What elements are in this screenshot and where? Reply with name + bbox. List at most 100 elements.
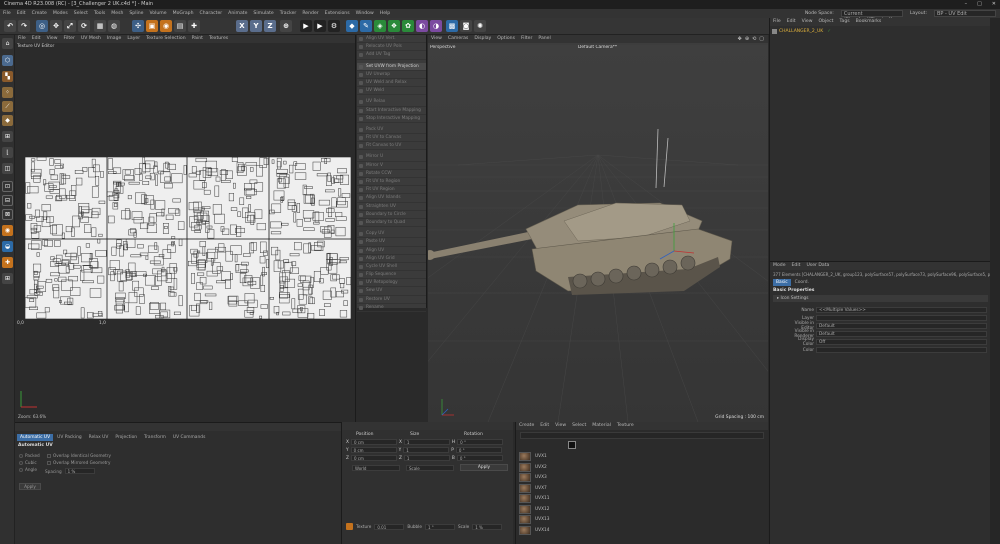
object-tree-item[interactable]: CHALLANGER_2_UK ✓ [770,26,990,37]
uv-tab-uv-packing[interactable]: UV Packing [54,434,85,441]
attribute-value[interactable] [816,347,987,353]
workplane-snap-icon[interactable]: ✚ [2,257,13,268]
material-swatch[interactable] [519,515,531,524]
menu-item-character[interactable]: Character [196,9,225,18]
attribute-value[interactable]: Off [816,339,987,345]
material-swatch[interactable] [519,452,531,461]
maximize-view-icon[interactable]: ▢ [759,36,764,42]
material-search-field[interactable] [520,432,764,439]
command-item[interactable]: Fit UV to Canvas [357,134,426,143]
menu-item-mesh[interactable]: Mesh [108,9,126,18]
command-item[interactable]: Start Interactive Mapping [357,107,426,115]
uv-menu-view[interactable]: View [44,35,61,43]
undo-icon[interactable]: ↶ [4,20,16,32]
uv-points-icon[interactable]: ⊞ [2,131,13,142]
edges-mode-icon[interactable]: ⟋ [2,101,13,112]
uv-menu-file[interactable]: File [15,35,29,43]
axis-mode-icon[interactable]: ⌊ [2,147,13,158]
command-item[interactable]: Pack UV [357,126,426,135]
uv-menu-filter[interactable]: Filter [61,35,78,43]
material-name[interactable]: UVX14 [535,528,550,533]
material-menu-view[interactable]: View [552,422,569,430]
material-name[interactable]: UVX11 [535,496,550,501]
material-name[interactable]: UVX2 [535,465,547,470]
command-item[interactable]: UV Unwrap [357,71,426,79]
attribute-menu-mode[interactable]: Mode [770,262,789,270]
render-view-icon[interactable]: ▶ [300,20,312,32]
y-axis-toggle[interactable]: Y [250,20,262,32]
position-input[interactable]: 0 cm [350,455,397,461]
size-input[interactable]: 1 [403,455,450,461]
scale-tool-icon[interactable]: ▣ [146,20,158,32]
uv-island-icon[interactable]: ⊠ [2,209,13,220]
uv-tab-relax-uv[interactable]: Relax UV [86,434,112,441]
material-menu-select[interactable]: Select [569,422,589,430]
scale-icon[interactable]: ⤢ [64,20,76,32]
menu-item-edit[interactable]: Edit [14,9,29,18]
subdivision-icon[interactable]: ◈ [374,20,386,32]
command-item[interactable]: UV Weld [357,87,426,96]
uv-menu-paint[interactable]: Paint [189,35,206,43]
orbit-icon[interactable]: ⟲ [752,36,756,42]
object-menu-file[interactable]: File [770,18,784,26]
polygons-mode-icon[interactable]: ◆ [2,115,13,126]
menu-item-spline[interactable]: Spline [126,9,146,18]
pan-icon[interactable]: ✥ [738,36,742,42]
attribute-menu-edit[interactable]: Edit [789,262,804,270]
texture-checker-icon[interactable]: ▚ [2,71,13,82]
recent-tool-icon[interactable]: ▤ [174,20,186,32]
menu-item-select[interactable]: Select [71,9,91,18]
layout-select[interactable]: BP - UV Edit [934,10,996,17]
command-item[interactable]: Rotate CCW [357,170,426,178]
uv-menu-edit[interactable]: Edit [29,35,44,43]
z-axis-toggle[interactable]: Z [264,20,276,32]
uv-menu-layer[interactable]: Layer [124,35,143,43]
viewport-canvas[interactable]: Perspective Default Camera** Grid Spacin… [428,45,768,422]
command-item[interactable]: Fit UV Region [357,186,426,195]
maximize-icon[interactable]: □ [977,0,982,9]
scale-input[interactable]: 1 % [472,523,503,530]
menu-item-animate[interactable]: Animate [225,9,250,18]
command-item[interactable]: Copy UV [357,230,426,239]
camera-icon[interactable]: ◙ [460,20,472,32]
cloner-icon[interactable]: ❖ [388,20,400,32]
material-swatch[interactable] [519,525,531,535]
material-swatch[interactable] [519,473,531,482]
uv-edge-icon[interactable]: ⊟ [2,195,13,206]
redo-icon[interactable]: ↷ [18,20,30,32]
size-input[interactable]: 1 [403,447,450,453]
uv-polygon-icon[interactable]: ⊡ [2,181,13,192]
command-item[interactable]: Relocate UV Pols [357,43,426,52]
menu-item-tracker[interactable]: Tracker [277,9,300,18]
viewport-menu-panel[interactable]: Panel [535,35,553,43]
uv-menu-uv-mesh[interactable]: UV Mesh [78,35,104,43]
x-axis-toggle[interactable]: X [236,20,248,32]
texture-mode-icon[interactable]: ▦ [94,20,106,32]
coords-apply-button[interactable]: Apply [460,464,508,471]
material-name[interactable]: UVX3 [535,475,547,480]
move-icon[interactable]: ✥ [50,20,62,32]
menu-item-window[interactable]: Window [353,9,377,18]
command-item[interactable]: Straighten UV [357,203,426,211]
menu-item-simulate[interactable]: Simulate [250,9,276,18]
field-icon[interactable]: ◑ [430,20,442,32]
coord-mode-select[interactable]: World [352,464,400,471]
menu-item-help[interactable]: Help [377,9,393,18]
make-editable-icon[interactable]: ⌂ [2,38,13,49]
uv-tab-uv-commands[interactable]: UV Commands [170,434,208,441]
light-icon[interactable]: ✺ [474,20,486,32]
command-item[interactable]: Mirror V [357,162,426,170]
object-menu-edit[interactable]: Edit [784,18,799,26]
rotation-input[interactable]: 0 ° [457,439,504,445]
material-name[interactable]: UVX1 [535,454,547,459]
viewport-menu-view[interactable]: View [428,35,445,43]
command-item[interactable]: Stop Interactive Mapping [357,115,426,123]
position-input[interactable]: 0 cm [350,447,397,453]
snap-icon[interactable]: ◫ [2,163,13,174]
transform-icon[interactable]: ✚ [188,20,200,32]
uv-menu-texture-selection[interactable]: Texture Selection [143,35,188,43]
visibility-check-icon[interactable]: ✓ [827,29,831,34]
attribute-value[interactable]: Default [816,323,987,329]
command-item[interactable]: Align UV Islands [357,194,426,203]
position-input[interactable]: 0 cm [350,439,397,445]
